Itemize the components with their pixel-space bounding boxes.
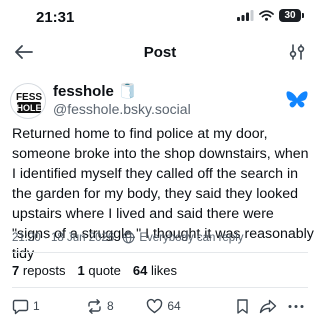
fesshole-logo-icon: FESS HOLE	[16, 92, 42, 113]
repost-icon	[88, 298, 101, 314]
more-dots-icon	[288, 304, 304, 308]
svg-text:FESS: FESS	[16, 92, 42, 103]
reply-setting[interactable]: Everybody can reply	[139, 232, 243, 244]
reposts-stat[interactable]: 7 reposts	[12, 263, 66, 278]
options-button[interactable]	[286, 42, 308, 62]
battery-cap	[302, 13, 304, 18]
reply-button[interactable]: 1	[12, 298, 86, 315]
repost-count: 8	[107, 299, 114, 313]
page-title: Post	[143, 44, 177, 61]
avatar[interactable]: FESS HOLE	[10, 83, 46, 119]
bluesky-butterfly-icon	[286, 90, 308, 110]
likes-stat[interactable]: 64 likes	[133, 263, 177, 278]
svg-text:HOLE: HOLE	[16, 103, 41, 113]
quotes-label: quote	[88, 263, 121, 278]
status-time: 21:31	[36, 9, 75, 26]
divider	[12, 252, 308, 253]
post-timestamp: 21:20 · 18 Jun 2026	[12, 231, 115, 244]
display-name[interactable]: fesshole 🧻	[53, 82, 137, 100]
bookmark-icon	[237, 298, 248, 314]
globe-icon	[122, 231, 135, 244]
action-bar: 1 8 64	[12, 297, 308, 315]
post-stats: 7 reposts 1 quote 64 likes	[12, 263, 177, 278]
repost-button[interactable]: 8	[86, 298, 146, 315]
share-arrow-icon	[260, 299, 277, 313]
like-button[interactable]: 64	[146, 298, 234, 315]
bookmark-button[interactable]	[234, 298, 259, 315]
quotes-stat[interactable]: 1 quote	[78, 263, 121, 278]
quotes-count: 1	[77, 263, 85, 278]
share-button[interactable]	[259, 298, 286, 315]
reposts-count: 7	[12, 263, 20, 278]
battery-icon: 30	[279, 9, 301, 22]
wifi-icon	[259, 10, 274, 21]
heart-icon	[147, 298, 163, 313]
filter-sliders-icon	[289, 44, 305, 60]
post-meta: 21:20 · 18 Jun 2026 Everybody can reply	[12, 231, 244, 244]
like-count: 64	[167, 299, 181, 313]
divider	[12, 287, 308, 288]
more-options-button[interactable]	[287, 298, 308, 315]
likes-label: likes	[151, 263, 178, 278]
reply-count: 1	[33, 299, 40, 313]
status-icons: 30	[237, 9, 304, 22]
reply-bubble-icon	[12, 299, 29, 314]
reposts-label: reposts	[22, 263, 66, 278]
signal-icon	[237, 10, 254, 21]
likes-count: 64	[132, 263, 148, 278]
handle[interactable]: @fesshole.bsky.social	[53, 101, 191, 117]
